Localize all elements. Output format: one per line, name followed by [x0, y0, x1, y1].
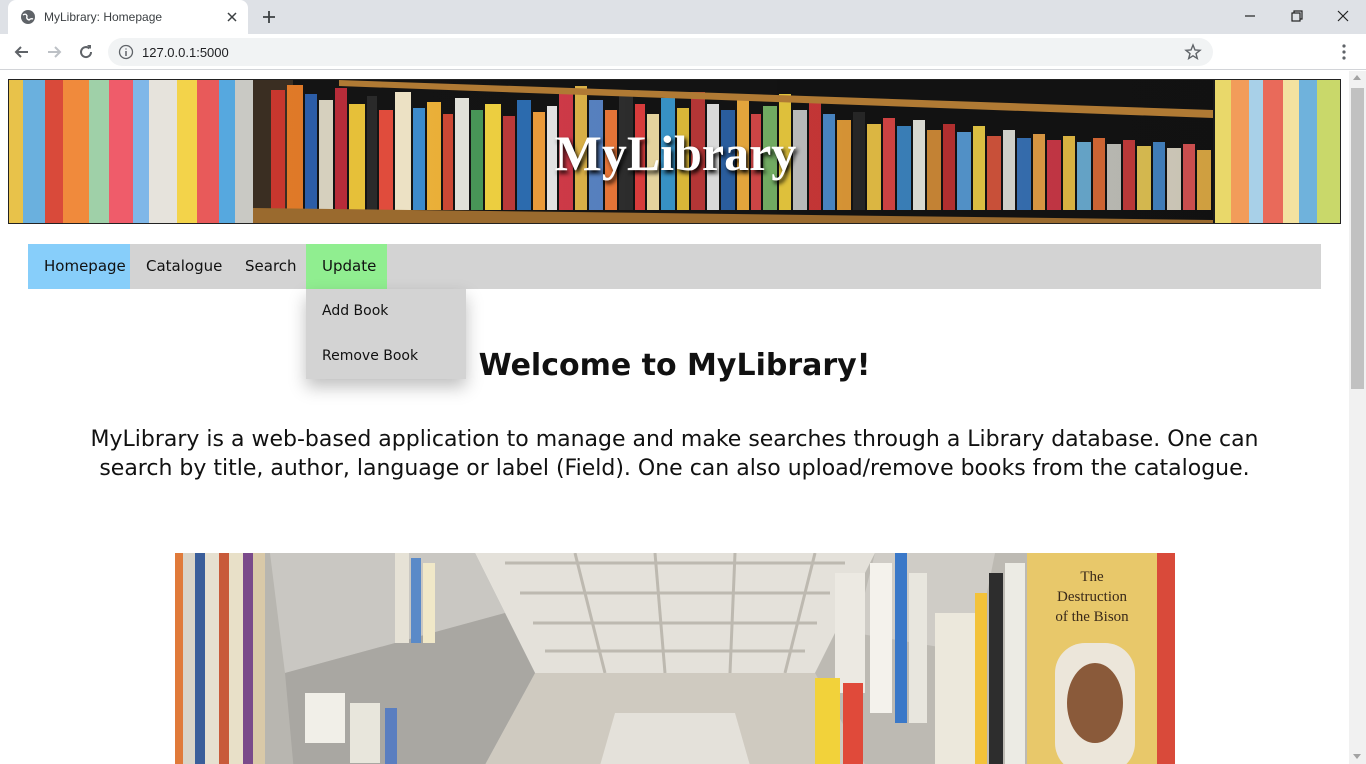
reload-icon[interactable]: [76, 42, 96, 62]
forward-icon[interactable]: [44, 42, 64, 62]
library-aisle-photo: The Destruction of the Bison: [175, 553, 1175, 764]
page-heading: Welcome to MyLibrary!: [478, 348, 871, 383]
browser-tabstrip: MyLibrary: Homepage: [0, 0, 1366, 34]
back-icon[interactable]: [12, 42, 32, 62]
address-bar[interactable]: 127.0.0.1:5000: [108, 38, 1213, 66]
new-tab-icon[interactable]: [260, 8, 278, 26]
site-title: MyLibrary: [554, 125, 797, 181]
scrollbar-thumb[interactable]: [1351, 88, 1364, 389]
close-tab-icon[interactable]: [224, 9, 240, 25]
header-banner: MyLibrary: [8, 79, 1341, 224]
browser-toolbar: 127.0.0.1:5000: [0, 34, 1366, 70]
info-icon[interactable]: [118, 44, 134, 60]
dropdown-add-book[interactable]: Add Book: [306, 289, 466, 334]
minimize-icon[interactable]: [1240, 6, 1260, 26]
nav-search[interactable]: Search: [229, 244, 307, 289]
restore-icon[interactable]: [1287, 6, 1307, 26]
page-scrollbar[interactable]: [1349, 71, 1366, 764]
tab-title: MyLibrary: Homepage: [44, 10, 163, 24]
page-viewport: MyLibrary Homepage Catalogue Search Upda…: [0, 71, 1349, 764]
browser-menu-icon[interactable]: [1334, 42, 1354, 62]
url-text: 127.0.0.1:5000: [142, 45, 229, 60]
close-window-icon[interactable]: [1333, 6, 1353, 26]
globe-icon: [21, 10, 35, 24]
browser-tab[interactable]: MyLibrary: Homepage: [8, 0, 248, 34]
bookmark-star-icon[interactable]: [1184, 43, 1202, 61]
nav-update[interactable]: Update: [306, 244, 387, 289]
scroll-up-arrow-icon[interactable]: [1353, 75, 1361, 80]
scroll-down-arrow-icon[interactable]: [1353, 754, 1361, 759]
library-aisle-image: The Destruction of the Bison: [175, 553, 1175, 764]
nav-homepage[interactable]: Homepage: [28, 244, 130, 289]
intro-paragraph: MyLibrary is a web-based application to …: [90, 427, 1259, 481]
nav-catalogue[interactable]: Catalogue: [130, 244, 230, 289]
main-navigation: Homepage Catalogue Search Update: [28, 244, 1321, 289]
